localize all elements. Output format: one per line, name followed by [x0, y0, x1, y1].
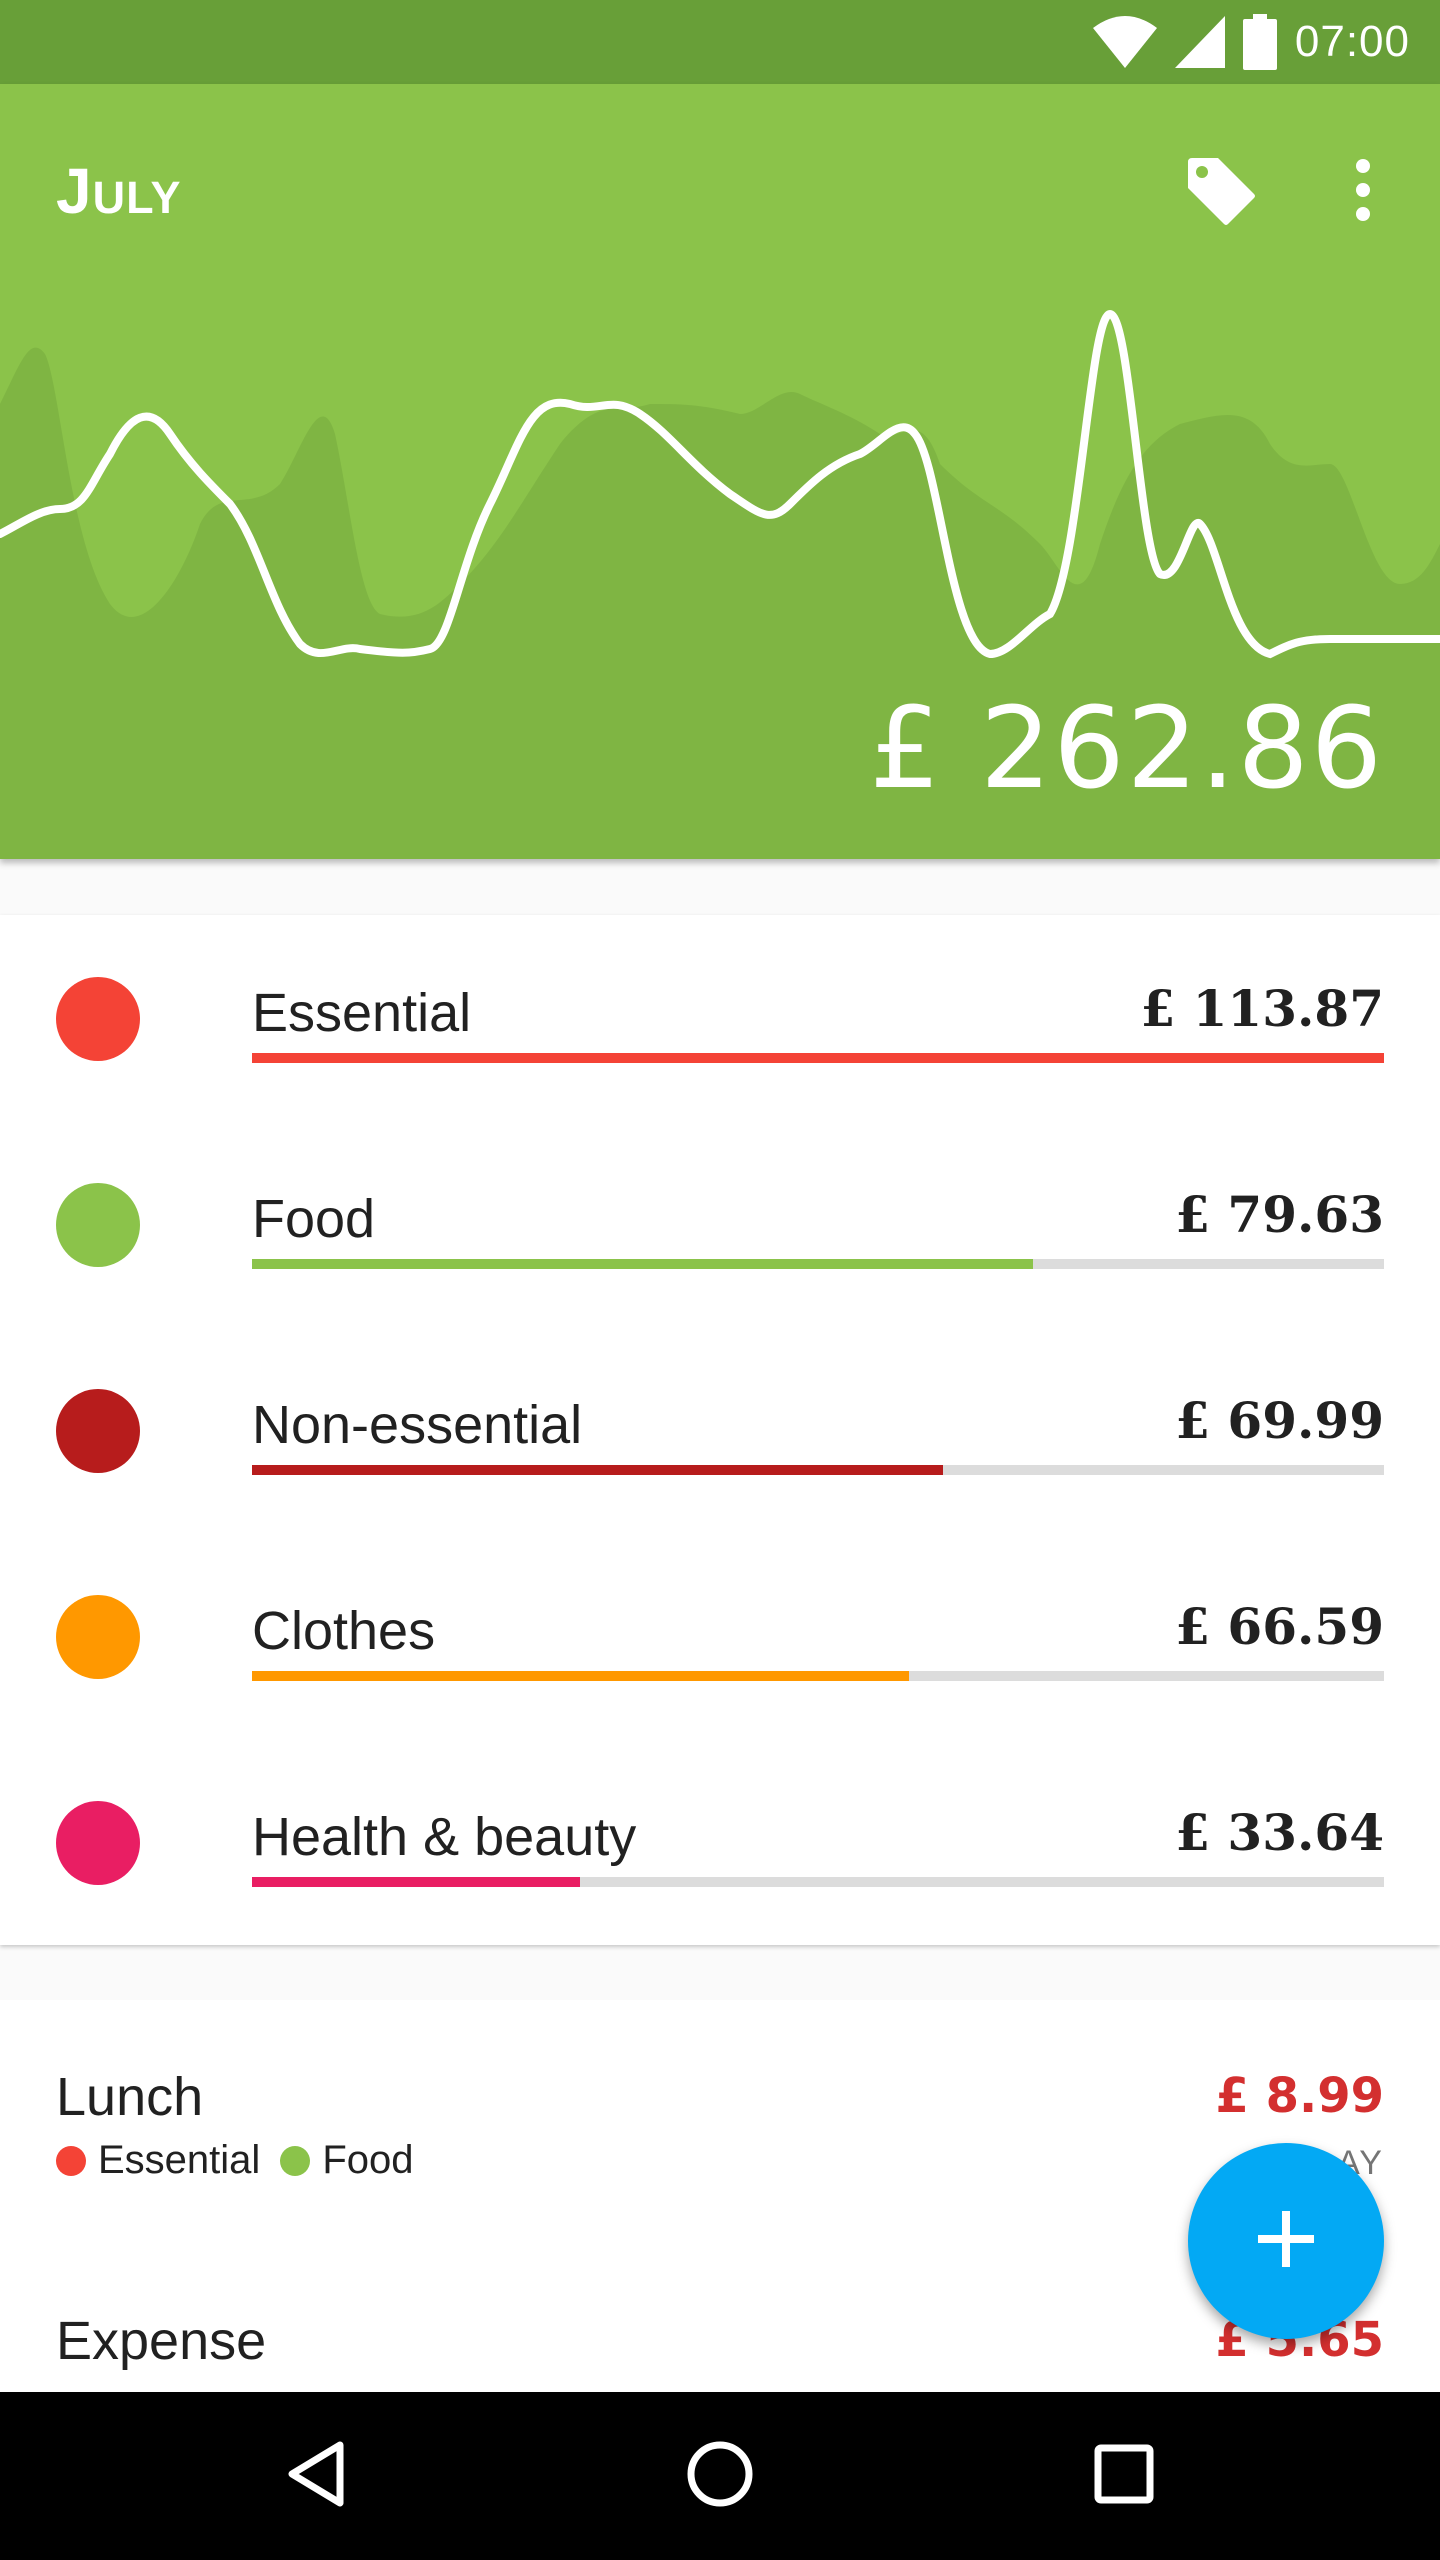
back-icon [286, 2441, 346, 2512]
category-progress-track [252, 1465, 1384, 1475]
more-vert-icon [1353, 158, 1373, 227]
category-name: Food [252, 1189, 376, 1249]
transaction-amount: £ 8.99 [1215, 2068, 1384, 2124]
category-row-health-beauty[interactable]: Health & beauty £ 33.64 [0, 1739, 1440, 1945]
category-amount: £ 79.63 [1175, 1185, 1384, 1244]
home-icon [687, 2441, 753, 2512]
status-time: 07:00 [1294, 17, 1410, 66]
category-row-food[interactable]: Food £ 79.63 [0, 1121, 1440, 1327]
more-options-button[interactable] [1313, 142, 1413, 242]
status-icons: 07:00 [1092, 0, 1410, 84]
category-name: Essential [252, 983, 472, 1043]
category-amount: £ 33.64 [1175, 1803, 1384, 1862]
category-color-dot [56, 1595, 140, 1679]
category-progress-fill [252, 1877, 581, 1887]
transaction-title: Expense [56, 2311, 267, 2371]
category-color-dot [56, 1801, 140, 1885]
category-progress-fill [252, 1671, 909, 1681]
category-color-dot [56, 1389, 140, 1473]
transaction-title: Lunch [56, 2067, 204, 2127]
category-progress-track [252, 1877, 1384, 1887]
category-name: Non-essential [252, 1395, 583, 1455]
category-color-dot [56, 1183, 140, 1267]
category-progress-track [252, 1053, 1384, 1063]
category-row-essential[interactable]: Essential £ 113.87 [0, 915, 1440, 1121]
back-button[interactable] [256, 2416, 376, 2536]
category-amount: £ 69.99 [1175, 1391, 1384, 1450]
category-progress-fill [252, 1259, 1034, 1269]
category-progress-fill [252, 1465, 943, 1475]
category-amount: £ 113.87 [1140, 979, 1384, 1038]
transaction-tag: Essential [56, 2138, 260, 2183]
tag-color-dot [280, 2145, 311, 2176]
category-progress-fill [252, 1053, 1384, 1063]
header: July £ 262.86 [0, 84, 1440, 859]
categories-card: Essential £ 113.87 Food £ 79.63 Non-esse… [0, 915, 1440, 1945]
total-amount: £ 262.86 [869, 684, 1384, 814]
tag-icon [1184, 154, 1256, 231]
category-amount: £ 66.59 [1175, 1597, 1384, 1656]
recents-icon [1094, 2444, 1154, 2509]
page-title: July [56, 155, 182, 227]
home-button[interactable] [660, 2416, 780, 2536]
category-color-dot [56, 977, 140, 1061]
system-nav-bar [0, 2392, 1440, 2560]
category-name: Clothes [252, 1601, 436, 1661]
category-row-non-essential[interactable]: Non-essential £ 69.99 [0, 1327, 1440, 1533]
category-row-clothes[interactable]: Clothes £ 66.59 [0, 1533, 1440, 1739]
tag-button[interactable] [1170, 142, 1270, 242]
category-progress-track [252, 1259, 1384, 1269]
status-bar: 07:00 [0, 0, 1440, 84]
tag-label: Essential [98, 2138, 261, 2182]
plus-icon [1258, 2210, 1314, 2272]
battery-icon [1242, 14, 1277, 70]
signal-icon [1174, 16, 1225, 68]
add-transaction-button[interactable] [1188, 2143, 1384, 2339]
wifi-icon [1092, 16, 1157, 68]
category-progress-track [252, 1671, 1384, 1681]
tag-label: Food [322, 2138, 414, 2182]
category-name: Health & beauty [252, 1807, 637, 1867]
tag-color-dot [56, 2145, 86, 2176]
recents-button[interactable] [1064, 2416, 1184, 2536]
transaction-tag: Food [280, 2138, 413, 2183]
transaction-tags: Essential Food [56, 2138, 433, 2183]
